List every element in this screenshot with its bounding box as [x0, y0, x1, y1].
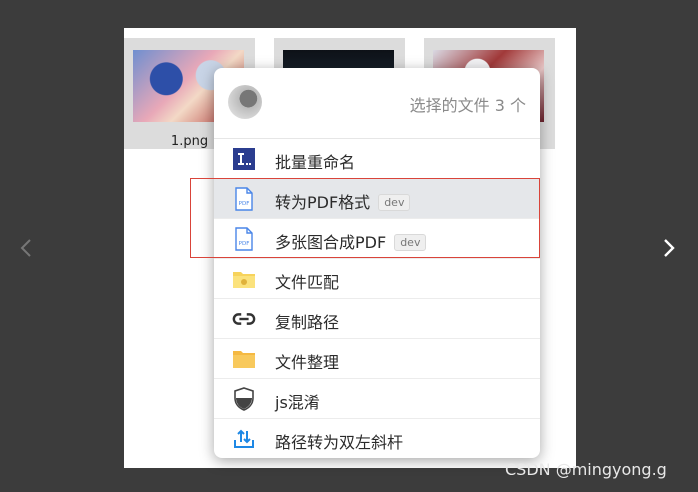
next-button[interactable] [657, 234, 681, 262]
svg-text:PDF: PDF [239, 201, 250, 207]
rename-icon [232, 147, 256, 171]
menu-item-label: js混淆 [275, 393, 320, 412]
pdf-file-icon: PDF [232, 227, 256, 251]
folder-icon [232, 347, 256, 371]
menu-item-merge-pdf[interactable]: PDF 多张图合成PDF dev [214, 219, 540, 259]
folder-match-icon [232, 267, 256, 291]
menu-item-label: 转为PDF格式 dev [275, 189, 411, 213]
menu-item-label: 多张图合成PDF dev [275, 229, 427, 253]
context-menu: 选择的文件 3 个 批量重命名 PDF 转为PDF格式 dev PDF 多张图合… [214, 68, 540, 458]
menu-item-organize-files[interactable]: 文件整理 [214, 339, 540, 379]
watermark: CSDN @mingyong.g [505, 460, 667, 479]
menu-item-label: 文件匹配 [275, 273, 340, 292]
menu-item-batch-rename[interactable]: 批量重命名 [214, 139, 540, 179]
dev-badge: dev [394, 234, 427, 251]
menu-item-file-match[interactable]: 文件匹配 [214, 259, 540, 299]
previous-button[interactable] [14, 234, 38, 262]
menu-item-convert-pdf[interactable]: PDF 转为PDF格式 dev [214, 179, 540, 219]
menu-item-label: 文件整理 [275, 353, 340, 372]
menu-item-label: 复制路径 [275, 313, 340, 332]
menu-item-copy-path[interactable]: 复制路径 [214, 299, 540, 339]
menu-header: 选择的文件 3 个 [214, 68, 540, 139]
chevron-right-icon [664, 239, 675, 257]
menu-item-label: 批量重命名 [275, 153, 356, 172]
menu-item-js-obfuscate[interactable]: js混淆 [214, 379, 540, 419]
menu-item-label: 路径转为双左斜杆 [275, 433, 404, 452]
shield-icon [232, 387, 256, 411]
dev-badge: dev [378, 194, 411, 211]
path-convert-icon [232, 427, 256, 451]
pdf-file-icon: PDF [232, 187, 256, 211]
svg-text:PDF: PDF [239, 241, 250, 247]
chevron-left-icon [20, 239, 31, 257]
link-icon [232, 307, 256, 331]
selected-count-text: 选择的文件 3 个 [409, 96, 526, 115]
avatar [228, 85, 262, 119]
menu-item-path-double-backslash[interactable]: 路径转为双左斜杆 [214, 419, 540, 458]
